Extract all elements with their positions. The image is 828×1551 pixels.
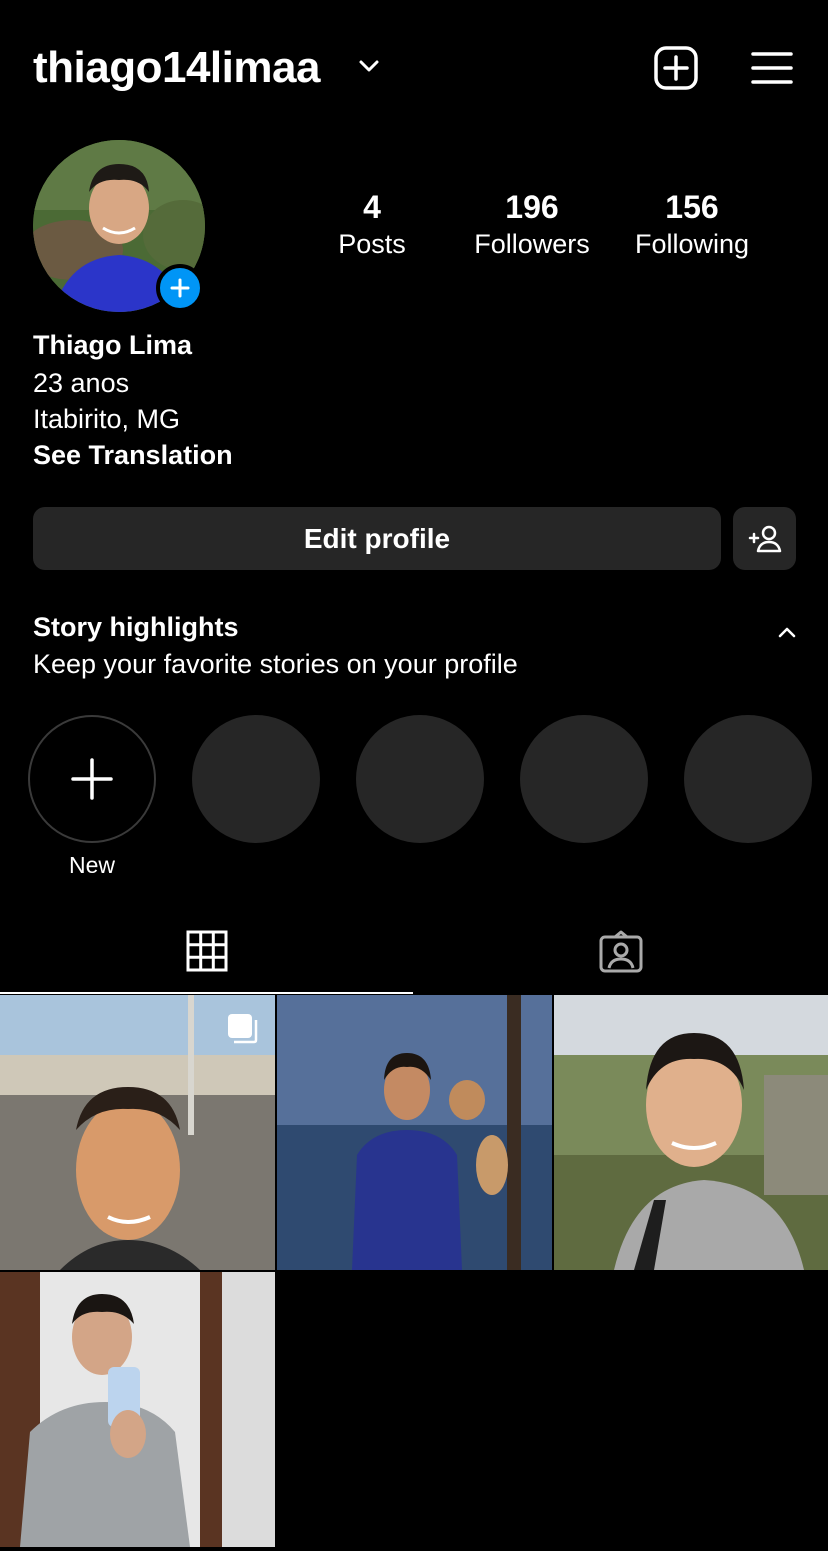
post-thumbnail[interactable] xyxy=(554,995,828,1270)
highlight-placeholder xyxy=(356,715,484,843)
stat-following-label: Following xyxy=(634,229,750,259)
add-story-icon[interactable] xyxy=(156,264,204,312)
tab-tagged[interactable] xyxy=(413,910,828,994)
edit-profile-button[interactable]: Edit profile xyxy=(33,507,721,570)
highlights-subtitle: Keep your favorite stories on your profi… xyxy=(33,649,518,679)
bio-line-age: 23 anos xyxy=(33,368,130,398)
highlight-placeholder xyxy=(520,715,648,843)
see-translation-link[interactable]: See Translation xyxy=(33,438,233,472)
stat-posts-count: 4 xyxy=(363,189,381,225)
carousel-icon xyxy=(228,1014,258,1044)
new-highlight-label: New xyxy=(68,852,115,878)
highlight-placeholder xyxy=(192,715,320,843)
username[interactable]: thiago14limaa xyxy=(33,40,320,96)
new-post-icon[interactable] xyxy=(652,44,700,92)
stat-posts-label: Posts xyxy=(338,229,406,259)
post-thumbnail[interactable] xyxy=(277,995,552,1270)
stat-followers-label: Followers xyxy=(474,229,590,259)
highlights-title: Story highlights xyxy=(33,612,239,642)
new-highlight-button[interactable] xyxy=(28,715,156,843)
discover-people-button[interactable] xyxy=(733,507,796,570)
add-person-icon xyxy=(748,525,781,552)
tab-posts-grid[interactable] xyxy=(0,910,413,994)
menu-icon[interactable] xyxy=(750,48,794,88)
plus-icon xyxy=(71,758,113,800)
highlight-placeholder xyxy=(684,715,812,843)
grid-icon xyxy=(186,930,227,972)
chevron-up-icon[interactable] xyxy=(776,624,798,640)
profile-name: Thiago Lima xyxy=(33,330,193,360)
tagged-icon xyxy=(599,930,642,973)
stat-following[interactable]: 156 Following xyxy=(617,188,767,262)
chevron-down-icon[interactable] xyxy=(358,58,380,74)
stat-followers[interactable]: 196 Followers xyxy=(457,188,607,262)
bio-line-location: Itabirito, MG xyxy=(33,404,181,434)
edit-profile-label: Edit profile xyxy=(303,522,451,554)
post-thumbnail[interactable] xyxy=(0,1272,275,1547)
stat-following-count: 156 xyxy=(665,189,719,225)
post-thumbnail[interactable] xyxy=(0,995,275,1270)
stat-posts[interactable]: 4 Posts xyxy=(297,188,447,262)
stat-followers-count: 196 xyxy=(505,189,559,225)
